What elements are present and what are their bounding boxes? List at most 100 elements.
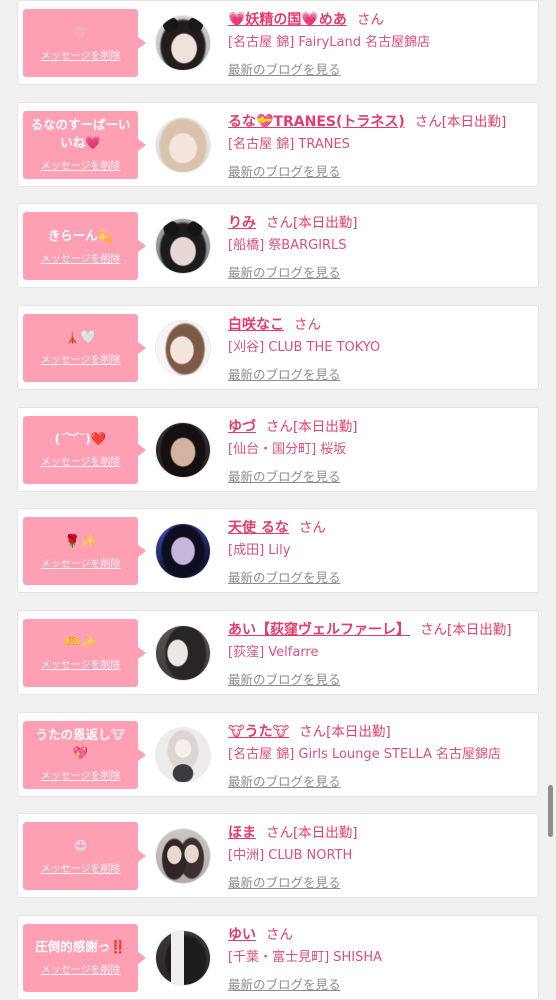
- cast-name-link[interactable]: 🐮うた🐮: [228, 724, 289, 740]
- message-text: 🌹✨: [64, 532, 97, 548]
- cast-info: ゆい さん [千葉・富士見町] SHISHA 最新のブログを見る: [228, 916, 534, 999]
- latest-blog-link[interactable]: 最新のブログを見る: [228, 467, 341, 487]
- honorific: さん: [266, 418, 293, 435]
- name-row: 天使 るな さん: [228, 517, 326, 538]
- shop-location: [成田] Lily: [228, 543, 291, 559]
- message-list: ♡ メッセージを削除 💗妖精の国💗めあ さん [名古屋 錦] FairyLand …: [17, 0, 539, 1000]
- shop-location: [千葉・富士見町] SHISHA: [228, 949, 383, 965]
- message-bubble: 😊 メッセージを削除: [23, 822, 146, 891]
- latest-blog-link[interactable]: 最新のブログを見る: [228, 263, 341, 283]
- message-bubble: (˘︶˘)❤️ メッセージを削除: [23, 415, 146, 484]
- delete-message-link[interactable]: メッセージを削除: [41, 660, 121, 672]
- avatar[interactable]: [156, 524, 210, 579]
- message-card: うたの恩返し🐮💖 メッセージを削除 🐮うた🐮 さん[本日出勤] [名古屋 錦] G…: [17, 711, 539, 797]
- cast-name-link[interactable]: ほま: [228, 825, 256, 841]
- avatar[interactable]: [156, 117, 210, 172]
- message-bubble: ♡ メッセージを削除: [23, 9, 146, 77]
- message-text: (˘︶˘)❤️: [54, 431, 107, 447]
- cast-info: りみ さん[本日出勤] [船橋] 祭BARGIRLS 最新のブログを見る: [228, 204, 534, 287]
- cast-name-link[interactable]: 天使 るな: [228, 520, 289, 536]
- avatar[interactable]: [156, 219, 210, 274]
- message-card: 🌹✨ メッセージを削除 天使 るな さん [成田] Lily 最新のブログを見る: [17, 508, 539, 594]
- avatar[interactable]: [156, 320, 210, 375]
- latest-blog-link[interactable]: 最新のブログを見る: [228, 162, 341, 182]
- name-row: 🐮うた🐮 さん[本日出勤]: [228, 721, 391, 742]
- message-card: きらーん💫 メッセージを削除 りみ さん[本日出勤] [船橋] 祭BARGIRLS…: [17, 203, 539, 289]
- avatar[interactable]: [156, 930, 210, 985]
- cast-info: 天使 るな さん [成田] Lily 最新のブログを見る: [228, 509, 534, 592]
- message-text: うたの恩返し🐮💖: [35, 727, 126, 761]
- name-row: ゆい さん: [228, 924, 293, 945]
- cast-name-link[interactable]: ゆづ: [228, 419, 256, 435]
- cast-info: るな💝TRANES(トラネス) さん[本日出勤] [名古屋 錦] TRANES 最…: [228, 103, 534, 186]
- message-bubble: うたの恩返し🐮💖 メッセージを削除: [23, 720, 146, 789]
- shop-location: [仙台・国分町] 桜坂: [228, 441, 347, 457]
- message-card: 😊 メッセージを削除 ほま さん[本日出勤] [中洲] CLUB NORTH 最新…: [17, 813, 539, 899]
- cast-name-link[interactable]: 白咲なこ: [228, 317, 284, 333]
- cast-name-link[interactable]: ゆい: [228, 927, 256, 943]
- message-text: 🗼🤍: [64, 329, 97, 345]
- message-bubble: 🗼🤍 メッセージを削除: [23, 313, 146, 382]
- cast-info: ほま さん[本日出勤] [中洲] CLUB NORTH 最新のブログを見る: [228, 814, 534, 897]
- message-card: 🫶✨ メッセージを削除 あい【荻窪ヴェルファーレ】 さん[本日出勤] [荻窪] V…: [17, 609, 539, 695]
- honorific: さん: [266, 926, 293, 943]
- shop-location: [名古屋 錦] FairyLand 名古屋錦店: [228, 35, 431, 50]
- message-text: 圧倒的感謝っ‼️: [35, 939, 126, 955]
- latest-blog-link[interactable]: 最新のブログを見る: [228, 60, 341, 80]
- shop-location: [船橋] 祭BARGIRLS: [228, 238, 347, 254]
- honorific: さん: [414, 113, 442, 130]
- name-row: りみ さん[本日出勤]: [228, 212, 358, 233]
- attendance-status: [本日出勤]: [447, 621, 512, 638]
- message-text: ♡: [74, 24, 87, 40]
- honorific: さん: [266, 215, 293, 232]
- cast-name-link[interactable]: りみ: [228, 215, 256, 231]
- message-text: 🫶✨: [64, 634, 97, 650]
- scrollbar-thumb[interactable]: [548, 785, 553, 837]
- honorific: さん: [298, 520, 326, 537]
- latest-blog-link[interactable]: 最新のブログを見る: [228, 365, 341, 385]
- name-row: 💗妖精の国💗めあ さん: [228, 9, 384, 30]
- cast-info: ゆづ さん[本日出勤] [仙台・国分町] 桜坂 最新のブログを見る: [228, 408, 534, 491]
- delete-message-link[interactable]: メッセージを削除: [41, 51, 121, 63]
- message-bubble: きらーん💫 メッセージを削除: [23, 212, 146, 281]
- attendance-status: [本日出勤]: [293, 418, 358, 435]
- message-bubble: 🫶✨ メッセージを削除: [23, 618, 146, 687]
- message-card: 🗼🤍 メッセージを削除 白咲なこ さん [刈谷] CLUB THE TOKYO 最…: [17, 304, 539, 390]
- shop-location: [荻窪] Velfarre: [228, 644, 319, 660]
- avatar[interactable]: [156, 829, 210, 884]
- delete-message-link[interactable]: メッセージを削除: [41, 771, 121, 783]
- message-card: (˘︶˘)❤️ メッセージを削除 ゆづ さん[本日出勤] [仙台・国分町] 桜坂 …: [17, 406, 539, 492]
- avatar[interactable]: [156, 625, 210, 680]
- message-card: 圧倒的感謝っ‼️ メッセージを削除 ゆい さん [千葉・富士見町] SHISHA …: [17, 914, 539, 1000]
- message-card: るなのすーぱーいいね💗 メッセージを削除 るな💝TRANES(トラネス) さん[本…: [17, 101, 539, 187]
- latest-blog-link[interactable]: 最新のブログを見る: [228, 670, 341, 690]
- message-card: ♡ メッセージを削除 💗妖精の国💗めあ さん [名古屋 錦] FairyLand …: [17, 0, 539, 85]
- delete-message-link[interactable]: メッセージを削除: [41, 161, 121, 173]
- attendance-status: [本日出勤]: [326, 723, 391, 740]
- cast-info: 💗妖精の国💗めあ さん [名古屋 錦] FairyLand 名古屋錦店 最新のブロ…: [228, 1, 534, 84]
- delete-message-link[interactable]: メッセージを削除: [41, 965, 121, 977]
- delete-message-link[interactable]: メッセージを削除: [41, 355, 121, 367]
- name-row: るな💝TRANES(トラネス) さん[本日出勤]: [228, 111, 506, 132]
- delete-message-link[interactable]: メッセージを削除: [41, 559, 121, 571]
- latest-blog-link[interactable]: 最新のブログを見る: [228, 975, 341, 995]
- avatar[interactable]: [156, 16, 210, 70]
- name-row: 白咲なこ さん: [228, 314, 321, 335]
- honorific: さん: [420, 621, 447, 638]
- name-row: ゆづ さん[本日出勤]: [228, 416, 358, 437]
- shop-location: [名古屋 錦] TRANES: [228, 136, 350, 152]
- avatar[interactable]: [156, 727, 210, 782]
- cast-name-link[interactable]: 💗妖精の国💗めあ: [228, 12, 347, 28]
- cast-name-link[interactable]: るな💝TRANES(トラネス): [228, 114, 405, 130]
- honorific: さん: [294, 316, 321, 333]
- latest-blog-link[interactable]: 最新のブログを見る: [228, 873, 341, 893]
- delete-message-link[interactable]: メッセージを削除: [41, 864, 121, 876]
- latest-blog-link[interactable]: 最新のブログを見る: [228, 568, 341, 588]
- cast-info: 白咲なこ さん [刈谷] CLUB THE TOKYO 最新のブログを見る: [228, 306, 534, 389]
- attendance-status: [本日出勤]: [293, 825, 358, 842]
- avatar[interactable]: [156, 422, 210, 477]
- latest-blog-link[interactable]: 最新のブログを見る: [228, 772, 341, 792]
- delete-message-link[interactable]: メッセージを削除: [41, 457, 121, 469]
- cast-name-link[interactable]: あい【荻窪ヴェルファーレ】: [228, 622, 410, 638]
- delete-message-link[interactable]: メッセージを削除: [41, 254, 121, 266]
